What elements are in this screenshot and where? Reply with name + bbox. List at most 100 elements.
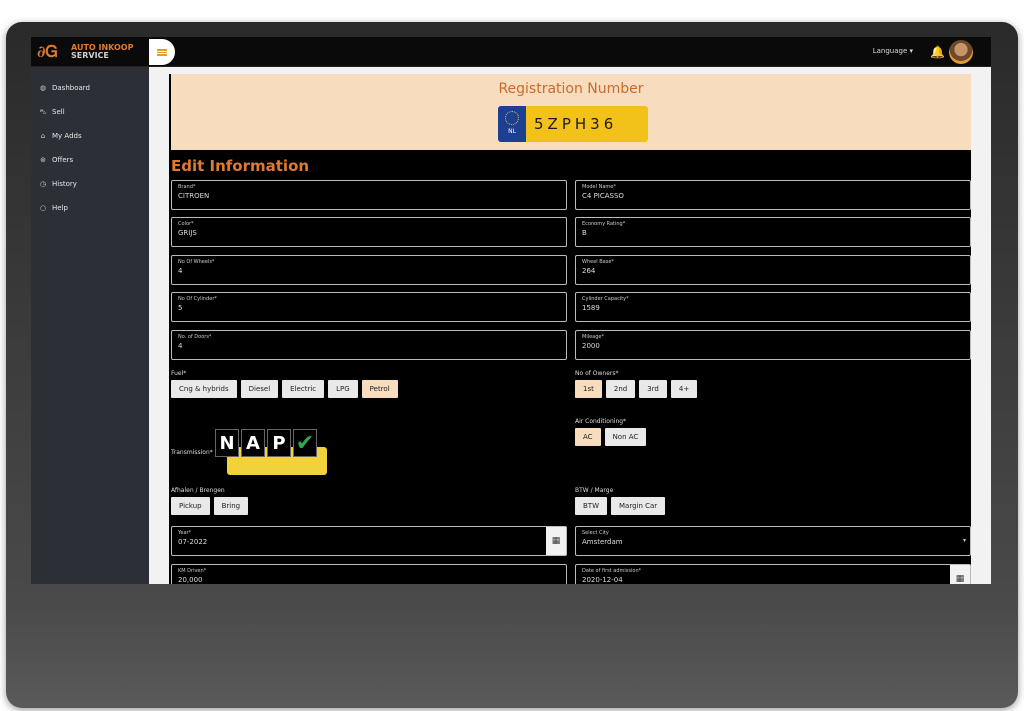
logo-line2: SERVICE [71, 51, 109, 60]
owners-option-4plus[interactable]: 4+ [670, 380, 698, 398]
field-value: 2020-12-04 [582, 576, 623, 584]
field-value: 2000 [582, 342, 600, 350]
calendar-icon[interactable]: ▦ [546, 527, 566, 555]
top-bar: ∂Ꮐ AUTO INKOOP SERVICE Language ▾ 🔔 [31, 37, 991, 67]
field-value: C4 PICASSO [582, 192, 624, 200]
model-name-field[interactable]: Model Name* C4 PICASSO [575, 180, 971, 210]
plate-country: NL [508, 128, 516, 135]
field-label: Model Name* [582, 184, 616, 190]
checkmark-icon: ✔ [293, 429, 317, 457]
app-logo[interactable]: ∂Ꮐ AUTO INKOOP SERVICE [37, 41, 147, 63]
logo-text: AUTO INKOOP SERVICE [71, 44, 133, 60]
transmission-label: Transmission* [171, 449, 213, 456]
nap-logo: N A P ✔ [209, 429, 329, 481]
help-icon: ○ [39, 204, 47, 212]
main-area: Registration Number NL 5ZPH36 Edit Infor… [149, 67, 991, 584]
dashboard-icon: ◍ [39, 84, 47, 92]
fuel-option-diesel[interactable]: Diesel [240, 380, 279, 398]
ac-option-ac[interactable]: AC [575, 428, 601, 446]
economy-rating-field[interactable]: Economy Rating* B [575, 217, 971, 247]
user-avatar[interactable] [949, 40, 973, 64]
first-admission-field[interactable]: Date of first admission* 2020-12-04 ▦ [575, 564, 971, 584]
eu-flag-icon: NL [498, 106, 526, 142]
fuel-options: Cng & hybrids Diesel Electric LPG Petrol [171, 380, 398, 398]
km-driven-field[interactable]: KM Driven* 20,000 [171, 564, 567, 584]
sidebar-item-history[interactable]: ◷ History [31, 172, 149, 196]
edit-information-title: Edit Information [171, 157, 310, 175]
field-label: Color* [178, 221, 194, 227]
field-value: 4 [178, 342, 183, 350]
fuel-label: Fuel* [171, 370, 187, 377]
pickup-options: Pickup Bring [171, 497, 249, 515]
notification-bell-icon[interactable]: 🔔 [930, 45, 945, 59]
owners-option-1st[interactable]: 1st [575, 380, 602, 398]
fuel-option-lpg[interactable]: LPG [328, 380, 358, 398]
cylinder-capacity-field[interactable]: Cylinder Capacity* 1589 [575, 292, 971, 322]
field-label: No. of Doors* [178, 334, 212, 340]
logo-mark-icon: ∂Ꮐ [37, 42, 58, 61]
owners-option-3rd[interactable]: 3rd [639, 380, 667, 398]
sidebar-item-offers[interactable]: ⊛ Offers [31, 148, 149, 172]
year-field[interactable]: Year* 07-2022 ▦ [171, 526, 567, 556]
field-label: Cylinder Capacity* [582, 296, 629, 302]
ac-option-non-ac[interactable]: Non AC [604, 428, 647, 446]
field-value: GRIJS [178, 229, 197, 237]
sidebar-item-label: Offers [52, 156, 74, 164]
fuel-option-petrol[interactable]: Petrol [361, 380, 398, 398]
history-icon: ◷ [39, 180, 47, 188]
sidebar-item-label: History [52, 180, 77, 188]
btw-option-btw[interactable]: BTW [575, 497, 607, 515]
nap-letter: A [241, 429, 265, 457]
owners-options: 1st 2nd 3rd 4+ [575, 380, 698, 398]
doors-field[interactable]: No. of Doors* 4 [171, 330, 567, 360]
field-label: Mileage* [582, 334, 604, 340]
field-label: Wheel Base* [582, 259, 614, 265]
sidebar-item-sell[interactable]: ⛍ Sell [31, 100, 149, 124]
btw-option-margin[interactable]: Margin Car [611, 497, 666, 515]
field-value: 07-2022 [178, 538, 208, 546]
home-icon: ⌂ [40, 132, 46, 140]
pickup-option-pickup[interactable]: Pickup [171, 497, 210, 515]
owners-option-2nd[interactable]: 2nd [605, 380, 636, 398]
color-field[interactable]: Color* GRIJS [171, 217, 567, 247]
calendar-icon[interactable]: ▦ [950, 565, 970, 584]
air-conditioning-label: Air Conditioning* [575, 418, 627, 425]
pickup-label: Afhalen / Brengen [171, 487, 225, 494]
field-label: Select City [582, 530, 609, 536]
btw-label: BTW / Marge [575, 487, 614, 494]
sidebar-item-dashboard[interactable]: ◍ Dashboard [31, 76, 149, 100]
sidebar-item-label: Dashboard [52, 84, 90, 92]
field-label: KM Driven* [178, 568, 207, 574]
field-value: 1589 [582, 304, 600, 312]
cylinders-field[interactable]: No Of Cylinder* 5 [171, 292, 567, 322]
chevron-down-icon: ▾ [962, 537, 966, 544]
menu-toggle-button[interactable] [149, 39, 175, 65]
field-value: Amsterdam [582, 538, 623, 546]
mileage-field[interactable]: Mileage* 2000 [575, 330, 971, 360]
language-selector[interactable]: Language ▾ [873, 47, 913, 55]
brand-field[interactable]: Brand* CITROEN [171, 180, 567, 210]
language-label: Language [872, 47, 908, 55]
field-label: No Of Cylinder* [178, 296, 217, 302]
field-label: Economy Rating* [582, 221, 626, 227]
edit-form: Registration Number NL 5ZPH36 Edit Infor… [169, 74, 971, 584]
field-label: Date of first admission* [582, 568, 642, 574]
field-value: B [582, 229, 587, 237]
pickup-option-bring[interactable]: Bring [213, 497, 249, 515]
field-value: 264 [582, 267, 596, 275]
sidebar-item-label: Help [52, 204, 68, 212]
offers-icon: ⊛ [40, 156, 46, 164]
field-label: No Of Wheels* [178, 259, 215, 265]
fuel-option-electric[interactable]: Electric [282, 380, 325, 398]
field-value: 5 [178, 304, 183, 312]
sidebar-item-help[interactable]: ○ Help [31, 196, 149, 220]
registration-panel: Registration Number NL 5ZPH36 [171, 74, 971, 150]
registration-title: Registration Number [498, 81, 644, 97]
fuel-option-cng[interactable]: Cng & hybrids [171, 380, 237, 398]
city-select[interactable]: Select City Amsterdam ▾ [575, 526, 971, 556]
wheel-base-field[interactable]: Wheel Base* 264 [575, 255, 971, 285]
sidebar-item-my-adds[interactable]: ⌂ My Adds [31, 124, 149, 148]
btw-options: BTW Margin Car [575, 497, 666, 515]
field-value: CITROEN [178, 192, 210, 200]
wheels-field[interactable]: No Of Wheels* 4 [171, 255, 567, 285]
